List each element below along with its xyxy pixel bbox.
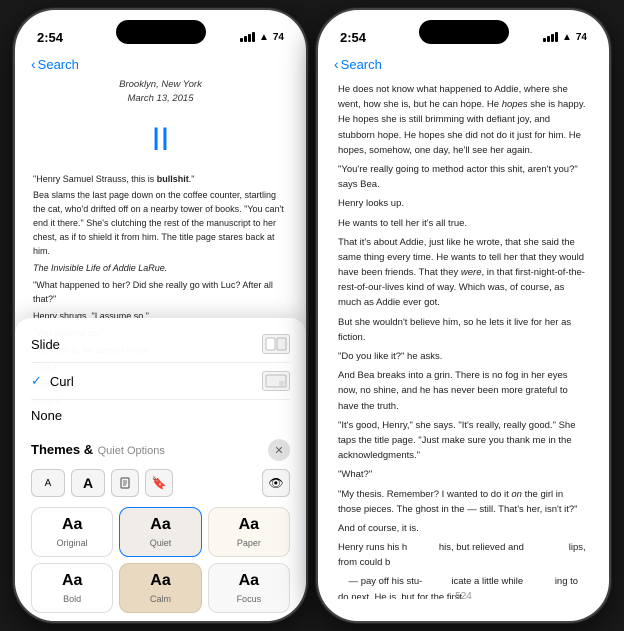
theme-focus-sample: Aa [239,572,259,590]
reading-content: He does not know what happened to Addie,… [318,78,609,599]
theme-calm-label: Calm [150,594,171,604]
anim-none-row[interactable]: None [31,400,290,431]
theme-bold-label: Bold [63,594,81,604]
anim-curl-label: Curl [50,374,74,389]
read-para-11: "My thesis. Remember? I wanted to do it … [338,487,589,517]
theme-grid: Aa Original Aa Quiet Aa Paper Aa Bold [31,507,290,613]
chapter-number: II [33,115,288,163]
anim-curl-row[interactable]: ✓ Curl [31,363,290,400]
themes-header: Themes & Quiet Options ✕ [31,439,290,461]
read-para-1: He does not know what happened to Addie,… [338,82,589,158]
theme-calm-sample: Aa [150,572,170,590]
signal-left [240,32,255,42]
anim-slide-label: Slide [31,337,60,352]
signal-right [543,32,558,42]
animation-options: Slide ✓ Curl [15,318,306,435]
header-line1: Brooklyn, New York [33,78,288,92]
book-header: Brooklyn, New York March 13, 2015 [33,78,288,107]
theme-original-sample: Aa [62,516,82,534]
read-para-2: "You're really going to method actor thi… [338,162,589,192]
themes-title: Themes & [31,442,93,457]
book-para-3: The Invisible Life of Addie LaRue. [33,262,288,276]
reading-text: He does not know what happened to Addie,… [338,82,589,599]
read-para-6: But she wouldn't believe him, so he lets… [338,315,589,345]
theme-quiet-card[interactable]: Aa Quiet [119,507,201,557]
wifi-icon-left: ▲ [259,32,269,43]
back-label-right: Search [341,57,382,72]
back-label-left: Search [38,57,79,72]
theme-original-label: Original [57,538,88,548]
themes-section: Themes & Quiet Options ✕ A A [15,435,306,613]
right-phone: 2:54 ▲ 74 ‹ Search He does not [316,8,611,623]
panel-overlay: Slide ✓ Curl [15,318,306,621]
font-increase-button[interactable]: A [71,469,105,497]
read-para-8: And Bea breaks into a grin. There is no … [338,368,589,414]
time-left: 2:54 [37,30,63,45]
theme-bold-sample: Aa [62,572,82,590]
status-icons-right: ▲ 74 [543,32,587,43]
read-para-5: That it's about Addie, just like he wrot… [338,235,589,311]
curl-icon [262,371,290,391]
font-controls: A A 🔖 👁 [31,469,290,497]
anim-none-label: None [31,408,62,423]
read-para-13: Henry runs his h his, but relieved and l… [338,540,589,570]
status-icons-left: ▲ 74 [240,32,284,43]
theme-paper-card[interactable]: Aa Paper [208,507,290,557]
theme-quiet-sample: Aa [150,516,170,534]
header-line2: March 13, 2015 [33,92,288,106]
chevron-right-icon: ‹ [334,56,339,72]
themes-subtitle: Quiet Options [98,445,165,457]
dynamic-island-left [116,20,206,44]
battery-left: 74 [273,32,284,43]
back-button-left[interactable]: ‹ Search [31,56,79,72]
book-para-2: Bea slams the last page down on the coff… [33,189,288,259]
close-button[interactable]: ✕ [268,439,290,461]
font-bookmark-button[interactable]: 🔖 [145,469,173,497]
nav-bar-right: ‹ Search [318,54,609,78]
theme-bold-card[interactable]: Aa Bold [31,563,113,613]
book-para-4: "What happened to her? Did she really go… [33,279,288,307]
time-right: 2:54 [340,30,366,45]
read-para-9: "It's good, Henry," she says. "It's real… [338,418,589,464]
eye-button[interactable]: 👁 [262,469,290,497]
wifi-icon-right: ▲ [562,32,572,43]
back-button-right[interactable]: ‹ Search [334,56,382,72]
read-para-7: "Do you like it?" he asks. [338,349,589,364]
read-para-4: He wants to tell her it's all true. [338,216,589,231]
nav-bar-left: ‹ Search [15,54,306,78]
theme-focus-card[interactable]: Aa Focus [208,563,290,613]
theme-paper-label: Paper [237,538,261,548]
page-number: 524 [455,589,472,599]
theme-calm-card[interactable]: Aa Calm [119,563,201,613]
read-para-3: Henry looks up. [338,196,589,211]
font-style-button[interactable] [111,469,139,497]
left-phone: 2:54 ▲ 74 ‹ Search Brooklyn, Ne [13,8,308,623]
theme-original-card[interactable]: Aa Original [31,507,113,557]
theme-paper-sample: Aa [239,516,259,534]
curl-check-icon: ✓ [31,373,42,389]
read-para-12: And of course, it is. [338,521,589,536]
dynamic-island-right [419,20,509,44]
slide-icon [262,334,290,354]
chevron-left-icon: ‹ [31,56,36,72]
theme-focus-label: Focus [237,594,262,604]
anim-slide-row[interactable]: Slide [31,326,290,363]
book-para-1: "Henry Samuel Strauss, this is bullshit.… [33,173,288,187]
font-decrease-button[interactable]: A [31,469,65,497]
phones-container: 2:54 ▲ 74 ‹ Search Brooklyn, Ne [5,0,619,631]
theme-quiet-label: Quiet [150,538,172,548]
read-para-10: "What?" [338,467,589,482]
battery-right: 74 [576,32,587,43]
